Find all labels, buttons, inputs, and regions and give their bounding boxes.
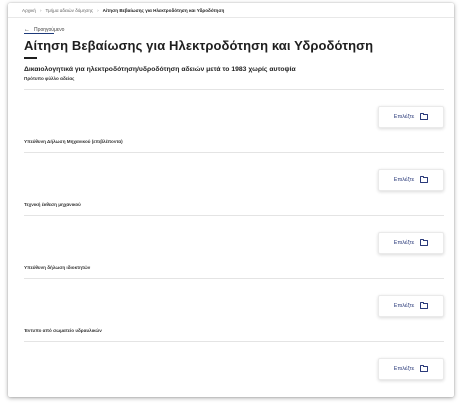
document-divider bbox=[24, 89, 444, 90]
choose-file-label: Επιλέξτε bbox=[393, 303, 415, 309]
back-underline bbox=[24, 33, 54, 34]
breadcrumb-home[interactable]: Αρχική bbox=[22, 8, 36, 13]
page-title: Αίτηση Βεβαίωσης για Ηλεκτροδότηση και Υ… bbox=[24, 38, 374, 53]
folder-icon bbox=[420, 301, 429, 309]
choose-file-label: Επιλέξτε bbox=[393, 114, 415, 120]
choose-file-button[interactable]: Επιλέξτε bbox=[378, 358, 444, 380]
document-label: Πρότυπο φύλλο αδείας bbox=[24, 76, 75, 81]
folder-icon bbox=[420, 364, 429, 372]
choose-file-button[interactable]: Επιλέξτε bbox=[378, 232, 444, 254]
choose-file-label: Επιλέξτε bbox=[393, 366, 415, 372]
folder-icon bbox=[420, 175, 429, 183]
document-label: Τεχνική έκθεση μηχανικού bbox=[24, 202, 81, 207]
chevron-right-icon: › bbox=[39, 7, 42, 13]
document-label: Έντυπο από σωματείο υδραυλικών bbox=[24, 328, 102, 333]
document-divider bbox=[24, 278, 444, 279]
document-label: Υπεύθυνη δήλωση ιδιοκτητών bbox=[24, 265, 91, 270]
choose-file-button[interactable]: Επιλέξτε bbox=[378, 169, 444, 191]
breadcrumb-current: Αίτηση Βεβαίωσης για Ηλεκτροδότηση και Υ… bbox=[102, 7, 225, 13]
choose-file-button[interactable]: Επιλέξτε bbox=[378, 106, 444, 128]
folder-icon bbox=[420, 238, 429, 246]
title-rule bbox=[24, 57, 37, 59]
document-label: Υπεύθυνη Δήλωση Μηχανικού (επιβλέποντα) bbox=[24, 139, 123, 144]
folder-icon bbox=[420, 112, 429, 120]
choose-file-label: Επιλέξτε bbox=[393, 240, 415, 246]
choose-file-label: Επιλέξτε bbox=[393, 177, 415, 183]
document-divider bbox=[24, 152, 444, 153]
chevron-right-icon: › bbox=[97, 7, 99, 13]
breadcrumb: Αρχική › Τμήμα αδειών δόμησης › Αίτηση Β… bbox=[8, 3, 454, 18]
documents-subtitle: Δικαιολογητικά για ηλεκτροδότηση/υδροδότ… bbox=[24, 66, 296, 73]
document-divider bbox=[24, 341, 444, 342]
breadcrumb-section[interactable]: Τμήμα αδειών δόμησης bbox=[46, 8, 94, 13]
document-divider bbox=[24, 215, 444, 216]
form-card: Αρχική › Τμήμα αδειών δόμησης › Αίτηση Β… bbox=[8, 3, 454, 397]
choose-file-button[interactable]: Επιλέξτε bbox=[378, 295, 444, 317]
